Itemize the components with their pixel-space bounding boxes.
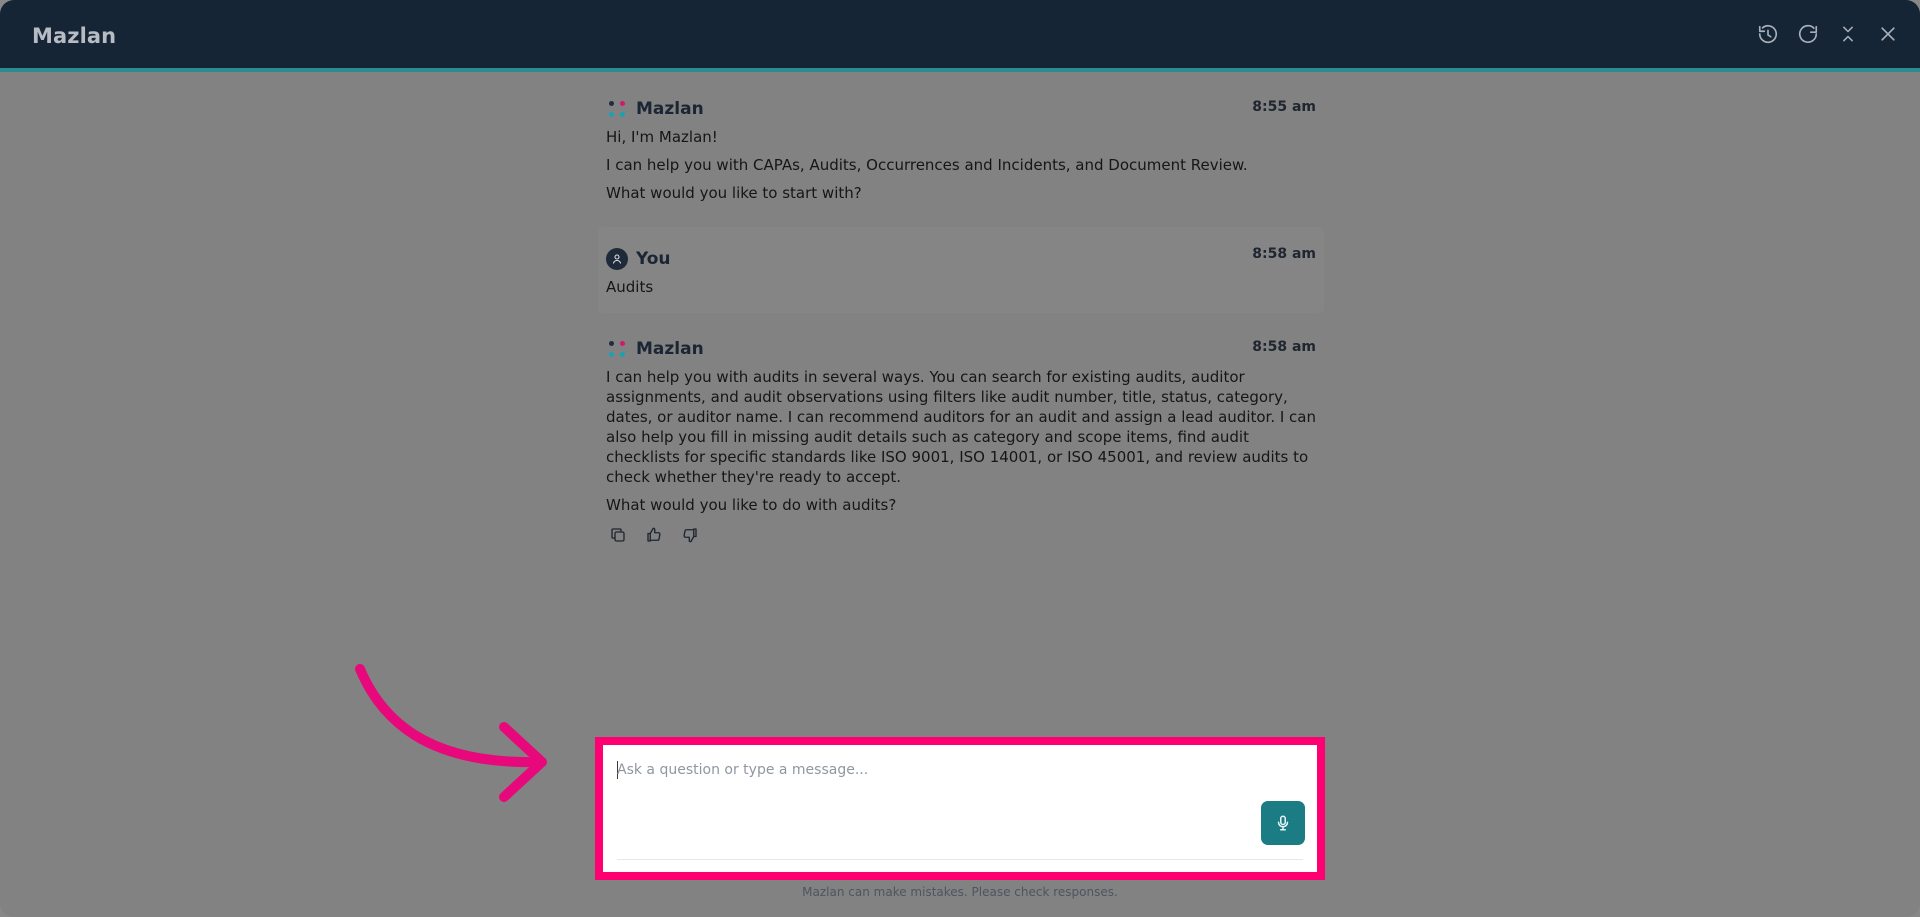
chat-transcript[interactable]: Mazlan 8:55 am Hi, I'm Mazlan! I can hel… [598, 91, 1324, 581]
microphone-icon [1277, 815, 1289, 831]
message-text: Hi, I'm Mazlan! [606, 128, 718, 146]
copy-icon[interactable] [606, 523, 630, 547]
message-text: I can help you with audits in several wa… [606, 368, 1317, 486]
microphone-button[interactable] [1261, 801, 1305, 845]
message-actions [606, 523, 1316, 547]
message-time: 8:55 am [1252, 99, 1316, 115]
user-avatar-icon [606, 248, 628, 270]
assistant-message: Mazlan 8:58 am I can help you with audit… [598, 331, 1324, 547]
app-title: Mazlan [32, 24, 117, 48]
sender-name: Mazlan [636, 339, 704, 359]
user-message: You 8:58 am Audits [598, 227, 1324, 313]
message-composer[interactable] [595, 737, 1325, 880]
message-input[interactable] [617, 759, 1217, 781]
message-time: 8:58 am [1252, 246, 1316, 262]
composer-divider [617, 859, 1303, 860]
app-window: Mazlan Mazlan 8:55 am Hi, I'm Mazlan! I … [0, 0, 1920, 917]
history-icon[interactable] [1754, 20, 1782, 48]
message-header: Mazlan [606, 331, 1316, 367]
refresh-icon[interactable] [1794, 20, 1822, 48]
message-header: You [606, 241, 1316, 277]
message-text: What would you like to start with? [606, 184, 862, 202]
message-time: 8:58 am [1252, 339, 1316, 355]
message-text: What would you like to do with audits? [606, 496, 897, 514]
collapse-icon[interactable] [1834, 20, 1862, 48]
arrow-annotation [355, 664, 547, 802]
message-header: Mazlan [606, 91, 1316, 127]
sender-name: Mazlan [636, 99, 704, 119]
disclaimer-text: Mazlan can make mistakes. Please check r… [802, 885, 1118, 899]
window-controls [1754, 20, 1902, 48]
message-text: Audits [606, 278, 654, 296]
close-icon[interactable] [1874, 20, 1902, 48]
message-text: I can help you with CAPAs, Audits, Occur… [606, 156, 1248, 174]
thumbs-down-icon[interactable] [678, 523, 702, 547]
sender-name: You [636, 249, 671, 269]
mazlan-logo-icon [606, 98, 628, 120]
title-bar: Mazlan [0, 0, 1920, 72]
assistant-message: Mazlan 8:55 am Hi, I'm Mazlan! I can hel… [598, 91, 1324, 203]
thumbs-up-icon[interactable] [642, 523, 666, 547]
mazlan-logo-icon [606, 338, 628, 360]
